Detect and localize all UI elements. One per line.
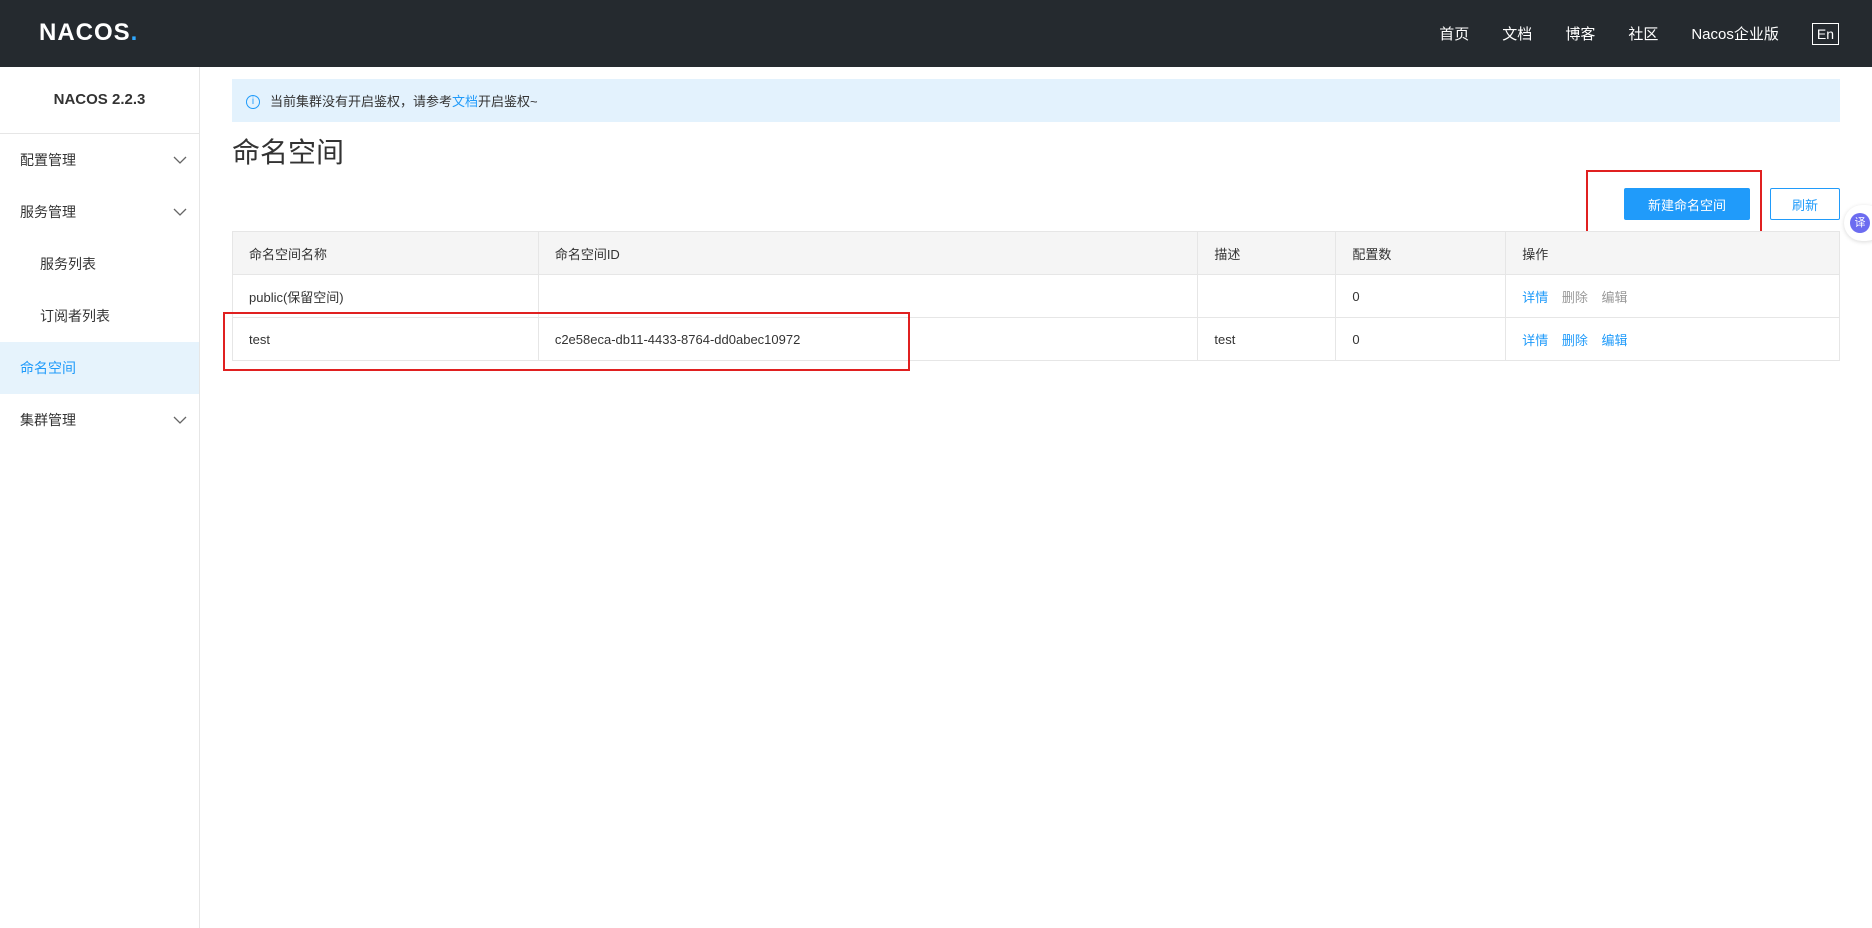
cell-config-count: 0 (1335, 274, 1507, 318)
sidebar: NACOS 2.2.3 配置管理 服务管理 服务列表 订阅者列表 命名空间 集群… (0, 67, 200, 928)
chevron-down-icon (173, 416, 187, 424)
cell-operations: 详情 删除 编辑 (1505, 274, 1840, 318)
sidebar-item-config-management[interactable]: 配置管理 (0, 134, 199, 186)
nav-community[interactable]: 社区 (1628, 23, 1658, 44)
sidebar-item-cluster-management[interactable]: 集群管理 (0, 394, 199, 446)
edit-link-disabled: 编辑 (1601, 289, 1628, 305)
translate-badge[interactable]: 译 (1844, 205, 1872, 241)
refresh-button[interactable]: 刷新 (1770, 188, 1840, 220)
language-switch[interactable]: En (1811, 22, 1839, 45)
top-nav: 首页 文档 博客 社区 Nacos企业版 En (1439, 0, 1872, 67)
auth-notice: i 当前集群没有开启鉴权，请参考 文档 开启鉴权~ (232, 79, 1840, 122)
delete-link[interactable]: 删除 (1562, 333, 1588, 348)
cell-operations: 详情 删除 编辑 (1505, 317, 1840, 361)
notice-doc-link[interactable]: 文档 (452, 91, 478, 110)
notice-text-suffix: 开启鉴权~ (478, 94, 538, 109)
sidebar-item-label: 服务管理 (20, 204, 76, 220)
version-label: NACOS 2.2.3 (0, 67, 199, 134)
nav-enterprise[interactable]: Nacos企业版 (1691, 23, 1779, 44)
column-header-name: 命名空间名称 (232, 231, 539, 275)
sidebar-item-label: 集群管理 (20, 412, 76, 428)
edit-link[interactable]: 编辑 (1601, 333, 1627, 348)
chevron-down-icon (173, 156, 187, 164)
details-link[interactable]: 详情 (1522, 290, 1548, 305)
sidebar-item-label: 命名空间 (20, 360, 76, 376)
translate-icon: 译 (1850, 213, 1870, 233)
column-header-operations: 操作 (1505, 231, 1840, 275)
sidebar-item-service-management[interactable]: 服务管理 (0, 186, 199, 238)
sidebar-item-label: 配置管理 (20, 152, 76, 168)
info-icon: i (246, 95, 260, 109)
sidebar-item-namespace[interactable]: 命名空间 (0, 342, 199, 394)
column-header-id: 命名空间ID (538, 231, 1199, 275)
table-header-row: 命名空间名称 命名空间ID 描述 配置数 操作 (232, 231, 1840, 275)
cell-config-count: 0 (1335, 317, 1507, 361)
nav-home[interactable]: 首页 (1439, 23, 1469, 44)
sidebar-item-label: 订阅者列表 (40, 308, 110, 324)
details-link[interactable]: 详情 (1522, 333, 1548, 348)
highlight-box-test-row (223, 312, 910, 371)
nav-blog[interactable]: 博客 (1565, 23, 1595, 44)
new-namespace-button[interactable]: 新建命名空间 (1624, 188, 1750, 220)
cell-description (1197, 274, 1337, 318)
nacos-logo[interactable]: NACOS. (39, 18, 138, 48)
cell-description: test (1197, 317, 1337, 361)
chevron-down-icon (173, 208, 187, 216)
top-navbar: NACOS. 首页 文档 博客 社区 Nacos企业版 En (0, 0, 1872, 67)
sidebar-item-service-list[interactable]: 服务列表 (0, 238, 199, 290)
column-header-config-count: 配置数 (1335, 231, 1507, 275)
sidebar-item-subscriber-list[interactable]: 订阅者列表 (0, 290, 199, 342)
column-header-description: 描述 (1197, 231, 1337, 275)
notice-text: 当前集群没有开启鉴权，请参考 (270, 94, 453, 109)
sidebar-item-label: 服务列表 (40, 256, 96, 272)
page-title: 命名空间 (232, 137, 345, 168)
nav-docs[interactable]: 文档 (1502, 23, 1532, 44)
delete-link-disabled: 删除 (1561, 289, 1588, 305)
